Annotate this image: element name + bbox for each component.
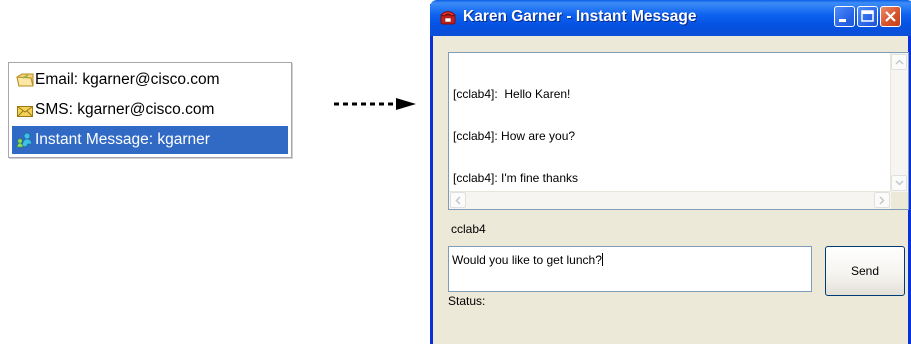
chevron-left-icon [455,196,461,205]
message-input[interactable]: Would you like to get lunch? [448,246,812,292]
chevron-right-icon [879,196,885,205]
scrollbar-corner [891,192,908,209]
menu-item-label: SMS: kgarner@cisco.com [35,101,215,118]
send-button[interactable]: Send [825,246,905,296]
title-bar[interactable]: Karen Garner - Instant Message [430,0,911,36]
contact-context-menu: Email: kgarner@cisco.com SMS: kgarner@ci… [8,62,292,158]
scroll-up-button[interactable] [891,54,907,70]
message-input-value: Would you like to get lunch? [452,253,602,267]
maximize-icon [861,10,874,22]
menu-item-sms[interactable]: SMS: kgarner@cisco.com [12,96,288,124]
phone-icon [440,11,456,25]
menu-item-instant-message[interactable]: Instant Message: kgarner [12,126,288,154]
buddy-icon [16,132,34,148]
scroll-left-button[interactable] [450,192,466,208]
horizontal-scrollbar[interactable] [449,191,891,209]
scroll-down-button[interactable] [891,175,907,191]
chat-history[interactable]: [cclab4]: Hello Karen! [cclab4]: How are… [448,52,909,210]
window-title: Karen Garner - Instant Message [463,8,697,25]
instant-message-window: Karen Garner - Instant Message [cclab4]:… [430,0,911,344]
chevron-down-icon [895,180,904,186]
dotted-arrow-icon [334,98,416,110]
envelope-icon [16,102,34,118]
maximize-button[interactable] [857,6,878,27]
minimize-icon [839,19,846,22]
close-icon [885,11,896,22]
username-label: cclab4 [451,222,486,236]
text-caret [601,253,603,266]
scroll-right-button[interactable] [874,192,890,208]
email-folder-icon [16,72,34,88]
chat-lines: [cclab4]: Hello Karen! [cclab4]: How are… [453,59,883,213]
menu-item-label: Email: kgarner@cisco.com [35,71,220,88]
chat-line: [cclab4]: Hello Karen! [453,87,571,101]
menu-item-label: Instant Message: kgarner [35,131,210,148]
menu-item-email[interactable]: Email: kgarner@cisco.com [12,66,288,94]
close-button[interactable] [880,6,901,27]
window-client-area: [cclab4]: Hello Karen! [cclab4]: How are… [433,36,909,344]
minimize-button[interactable] [834,6,855,27]
vertical-scrollbar[interactable] [890,53,908,192]
chat-line: [cclab4]: I'm fine thanks [453,171,579,185]
chat-line: [cclab4]: How are you? [453,129,576,143]
status-label: Status: [448,294,486,308]
chevron-up-icon [895,59,904,65]
